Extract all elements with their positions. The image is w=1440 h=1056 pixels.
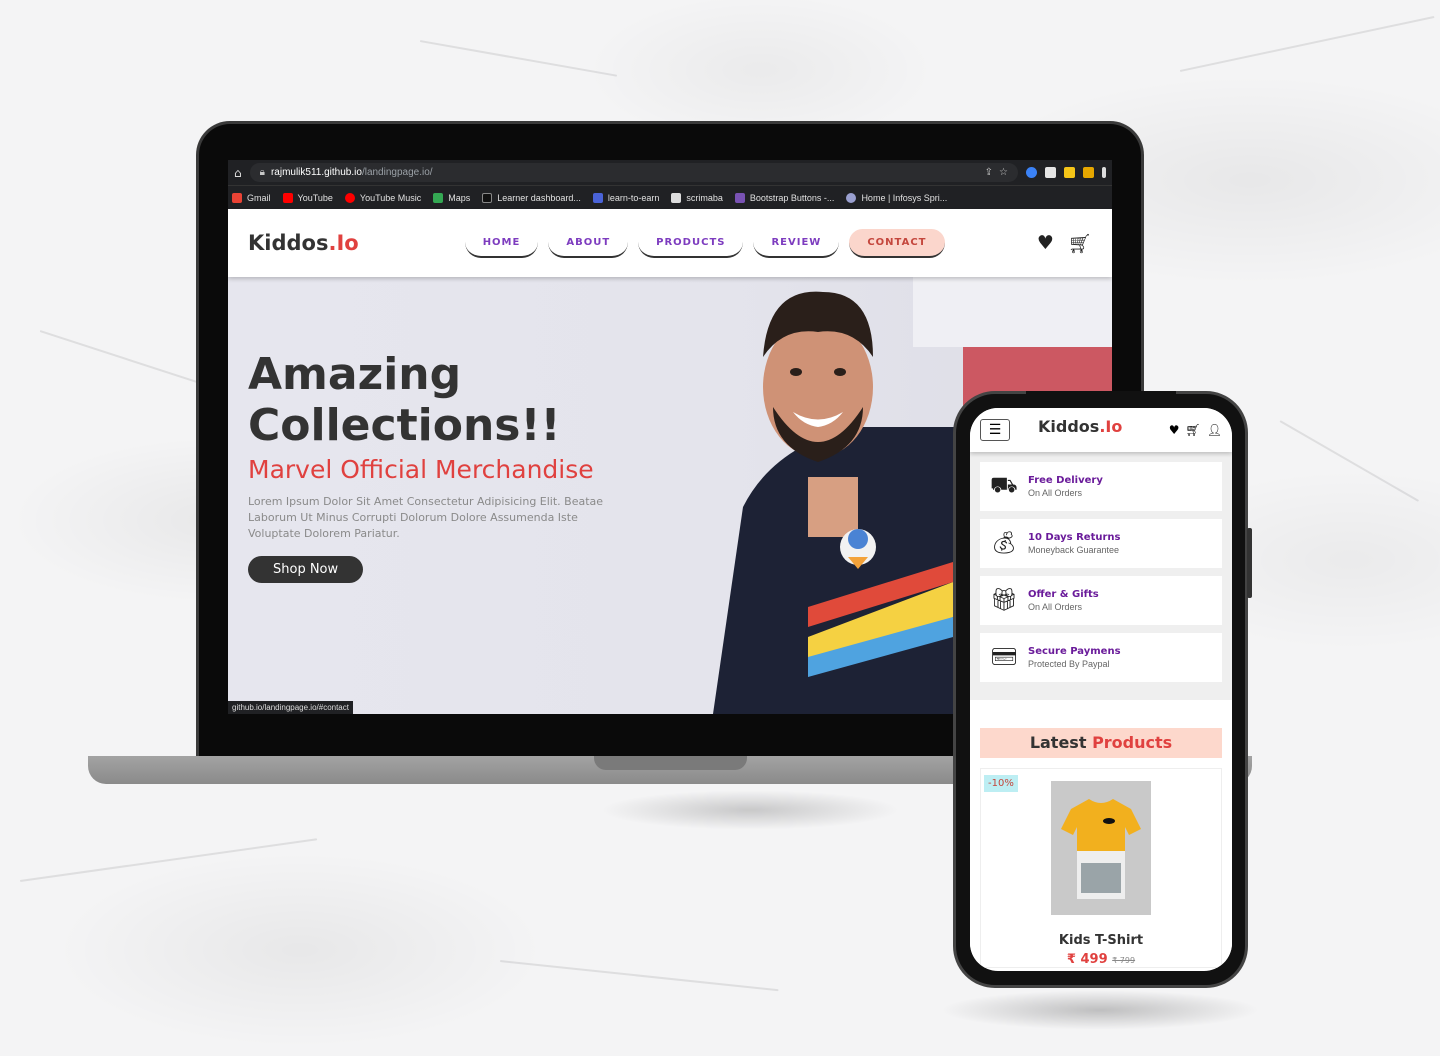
hero-lead: Lorem Ipsum Dolor Sit Amet Consectetur A… [248,495,604,540]
laptop-shadow [600,790,900,830]
extension-icon[interactable] [1045,167,1056,178]
feature-subtitle: Moneyback Guarantee [1028,545,1120,555]
bookmark-bootstrap[interactable]: Bootstrap Buttons -... [734,192,834,203]
bookmark-youtube[interactable]: YouTube [282,192,333,203]
latest-products-heading: Latest Products [980,728,1222,758]
product-image[interactable] [1051,781,1151,915]
youtube-icon [282,192,293,203]
gift-icon: 🎁︎ [990,588,1018,613]
feature-subtitle: On All Orders [1028,488,1083,498]
product-name: Kids T-Shirt [1058,933,1144,948]
extension-icon[interactable] [1083,167,1094,178]
status-bar-url: github.io/landingpage.io/#contact [228,701,353,714]
menu-icon[interactable] [1102,167,1106,178]
site-header: Kiddos.Io HOME ABOUT PRODUCTS REVIEW CON… [228,209,1112,277]
bookmarks-bar: Gmail YouTube YouTube Music Maps Learner… [228,185,1112,209]
marble-vein [1279,420,1420,502]
hamburger-menu-icon[interactable]: ☰ [980,419,1010,441]
bookmark-infosys[interactable]: Home | Infosys Spri... [846,192,947,203]
credit-card-icon: 💳︎ [990,645,1018,670]
money-bag-icon: 💰︎ [990,531,1018,556]
star-icon[interactable]: ☆ [999,167,1008,178]
extension-icon[interactable] [1026,167,1037,178]
bookmark-maps[interactable]: Maps [433,192,470,203]
phone-shadow [940,990,1260,1030]
gmail-icon [232,192,242,203]
youtube-music-icon [344,192,355,203]
feature-title: Secure Paymens [1028,646,1121,657]
extension-icon[interactable] [1064,167,1075,178]
feature-card: 🎁︎ Offer & Gifts On All Orders [980,576,1222,625]
learn-to-earn-icon [592,192,603,203]
hero-title-line1: Amazing [248,349,462,400]
site-logo[interactable]: Kiddos.Io [248,231,359,255]
main-menu: HOME ABOUT PRODUCTS REVIEW CONTACT [464,228,945,258]
cart-icon[interactable]: 🛒︎ [1068,232,1092,255]
product-card[interactable]: -10% Kids T-Shirt ₹ 499 ₹ 799 [980,768,1222,968]
heart-icon[interactable]: ♥ [1037,232,1054,255]
menu-products[interactable]: PRODUCTS [638,229,744,258]
bookmark-learner-dashboard[interactable]: Learner dashboard... [482,192,581,203]
shop-now-button[interactable]: Shop Now [248,556,364,583]
home-icon[interactable]: ⌂ [234,166,242,180]
discount-badge: -10% [984,775,1018,792]
bookmark-scrimaba[interactable]: scrimaba [671,192,723,203]
menu-contact[interactable]: CONTACT [849,228,945,258]
feature-card: 💰︎ 10 Days Returns Moneyback Guarantee [980,519,1222,568]
features-section: ⛟ Free Delivery On All Orders 💰︎ 10 Days … [970,452,1232,700]
share-icon[interactable]: ⇪ [985,167,993,178]
hero-title-line2: Collections!! [248,400,561,451]
phone-side-button [1247,528,1252,598]
aws-icon [482,192,493,203]
laptop-notch [594,756,747,770]
phone-screen: ☰ Kiddos.Io ♥ 🛒︎ 👤︎ ⛟ Free Delivery On Al… [970,408,1232,971]
maps-icon [433,192,444,203]
bootstrap-icon [734,192,745,203]
bookmark-learn-to-earn[interactable]: learn-to-earn [592,192,659,203]
mobile-header: ☰ Kiddos.Io ♥ 🛒︎ 👤︎ [970,408,1232,452]
product-old-price: ₹ 799 [1112,956,1136,965]
url-path: /landingpage.io/ [361,167,433,178]
mobile-logo[interactable]: Kiddos.Io [1038,417,1122,436]
bookmark-youtube-music[interactable]: YouTube Music [344,192,421,203]
product-price: ₹ 499 ₹ 799 [1066,952,1136,967]
feature-subtitle: Protected By Paypal [1028,659,1110,669]
user-icon[interactable]: 👤︎ [1207,423,1222,437]
hero-subtitle: Marvel Official Merchandise [248,455,594,484]
feature-title: Offer & Gifts [1028,589,1099,600]
browser-toolbar: ⌂ 🔒︎ rajmulik511.github.io/landingpage.i… [228,160,1112,185]
latest-products-section: Latest Products -10% Kids T-Shirt ₹ 499 … [970,700,1232,968]
feature-title: Free Delivery [1028,475,1103,486]
address-bar[interactable]: 🔒︎ rajmulik511.github.io/landingpage.io/… [249,163,1018,182]
marble-vein [19,838,318,882]
marble-vein [1179,15,1435,72]
url-domain: rajmulik511.github.io [270,167,362,178]
feature-card: 💳︎ Secure Paymens Protected By Paypal [980,633,1222,682]
heart-icon[interactable]: ♥ [1169,423,1180,437]
feature-card: ⛟ Free Delivery On All Orders [980,462,1222,511]
infosys-icon [846,192,857,203]
marble-vein [419,40,618,77]
delivery-icon: ⛟ [990,472,1018,498]
menu-about[interactable]: ABOUT [548,229,629,258]
bookmark-gmail[interactable]: Gmail [232,192,271,203]
feature-title: 10 Days Returns [1028,532,1121,543]
menu-home[interactable]: HOME [464,229,539,258]
lock-icon: 🔒︎ [259,167,265,178]
marble-vein [499,960,779,992]
menu-review[interactable]: REVIEW [753,229,840,258]
feature-subtitle: On All Orders [1028,602,1083,612]
cart-icon[interactable]: 🛒︎ [1186,423,1201,437]
scrimaba-icon [671,192,682,203]
